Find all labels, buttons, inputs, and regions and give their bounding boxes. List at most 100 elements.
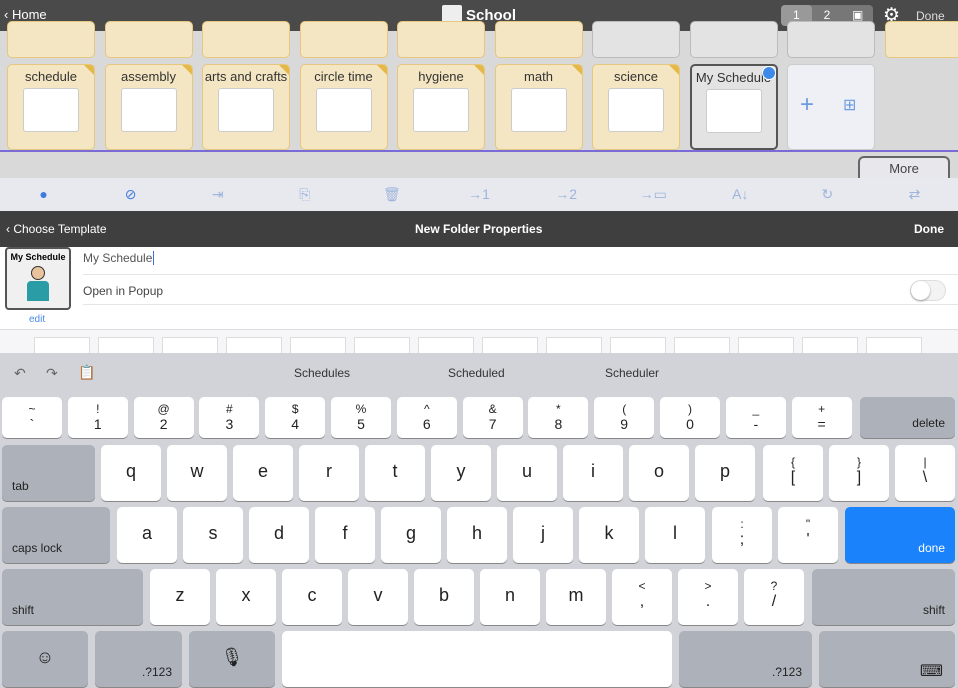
dictation-key[interactable]: 🎙 [189,631,275,687]
key-t[interactable]: t [365,445,425,501]
key-a[interactable]: a [117,507,177,563]
key-y[interactable]: y [431,445,491,501]
tile-hygiene[interactable]: hygiene [397,64,485,150]
key-d[interactable]: d [249,507,309,563]
choose-template-button[interactable]: ‹ Choose Template [6,222,107,236]
delete-key[interactable]: delete [860,397,955,438]
deselect-icon[interactable]: ⊘ [87,178,174,211]
key-v[interactable]: v [348,569,408,625]
key-][interactable]: }] [829,445,889,501]
import-icon[interactable]: ⇥ [174,178,261,211]
folder-thumbnail[interactable]: My Schedule [5,247,71,310]
edit-link[interactable]: edit [29,314,45,325]
key-w[interactable]: w [167,445,227,501]
key-p[interactable]: p [695,445,755,501]
tile-partial[interactable] [299,21,388,58]
emoji-key[interactable]: ☺ [2,631,88,687]
key-4[interactable]: $4 [265,397,326,438]
numbers-key-right[interactable]: .?123 [679,631,812,687]
key-`[interactable]: ~ ` [2,397,62,438]
key-k[interactable]: k [579,507,639,563]
done-key[interactable]: done [845,507,955,563]
key-x[interactable]: x [216,569,276,625]
tile-partial[interactable] [884,21,958,58]
key-1[interactable]: ! 1 [67,397,128,438]
tile-partial[interactable] [787,21,875,58]
add-folder-icon[interactable]: ⊞ [843,95,856,115]
key-b[interactable]: b [414,569,474,625]
more-tab[interactable]: More [858,156,950,180]
popup-toggle[interactable] [910,280,946,301]
undo-icon[interactable]: ↶ [14,365,26,382]
key-6[interactable]: ^ 6 [396,397,457,438]
suggestion-3[interactable]: Scheduler [605,366,659,380]
key-3[interactable]: #3 [199,397,260,438]
tile-assembly[interactable]: assembly [104,64,193,150]
key-9[interactable]: (9 [594,397,655,438]
redo-icon[interactable]: ↷ [46,365,58,382]
swap-icon[interactable]: ⇄ [871,178,958,211]
shift-left-key[interactable]: shift [2,569,143,625]
key-o[interactable]: o [629,445,689,501]
key-0[interactable]: ) 0 [660,397,720,438]
key-'[interactable]: " ' [778,507,838,563]
key-=[interactable]: + = [791,397,852,438]
copy-icon[interactable]: ⎘ [261,178,348,211]
folder-name-input[interactable]: My Schedule [83,249,958,275]
key-;[interactable]: :; [712,507,772,563]
move-page1-icon[interactable]: →1 [435,178,522,211]
tile-circle-time[interactable]: circle time [299,64,388,150]
key-z[interactable]: z [150,569,210,625]
key-n[interactable]: n [480,569,540,625]
tab-key[interactable]: tab [2,445,95,501]
numbers-key-left[interactable]: .?123 [95,631,182,687]
refresh-icon[interactable]: ↻ [784,178,871,211]
space-key[interactable] [282,631,672,687]
key-r[interactable]: r [299,445,359,501]
tile-math[interactable]: math [494,64,583,150]
suggestion-2[interactable]: Scheduled [448,366,505,380]
caps-lock-key[interactable]: caps lock [2,507,110,563]
key-f[interactable]: f [315,507,375,563]
key-g[interactable]: g [381,507,441,563]
move-folder-icon[interactable]: →▭ [610,178,697,211]
tile-partial[interactable] [104,21,193,58]
key-j[interactable]: j [513,507,573,563]
trash-icon[interactable]: 🗑 [348,178,435,211]
shift-right-key[interactable]: shift [812,569,955,625]
tile-science[interactable]: science [592,64,680,150]
tile-partial[interactable] [202,21,290,58]
tile-schedule[interactable]: schedule [7,64,95,150]
key-.[interactable]: >. [678,569,738,625]
check-circle-icon[interactable]: ● [0,178,87,211]
key-5[interactable]: % 5 [331,397,391,438]
key-/[interactable]: ? / [744,569,804,625]
key-c[interactable]: c [282,569,342,625]
key-u[interactable]: u [497,445,557,501]
sort-icon[interactable]: A↓ [697,178,784,211]
tile-my-schedule[interactable]: My Schedule [689,64,778,150]
key-h[interactable]: h [447,507,507,563]
key-l[interactable]: l [645,507,705,563]
tile-partial[interactable] [592,21,680,58]
suggestion-1[interactable]: Schedules [294,366,350,380]
panel-done-button[interactable]: Done [914,222,944,236]
key-s[interactable]: s [183,507,243,563]
tile-partial[interactable] [494,21,583,58]
home-back-button[interactable]: ‹ Home [4,7,47,22]
key-\[interactable]: | \ [895,445,955,501]
hide-keyboard-key[interactable]: ⌨ [819,631,955,687]
key-2[interactable]: @2 [133,397,194,438]
tile-partial[interactable] [7,21,95,58]
key-i[interactable]: i [563,445,623,501]
key-[[interactable]: {[ [763,445,823,501]
key-7[interactable]: & 7 [462,397,523,438]
key-e[interactable]: e [233,445,293,501]
plus-icon[interactable]: + [800,91,814,119]
tile-partial[interactable] [397,21,485,58]
add-button-tile[interactable]: + ⊞ [787,64,875,150]
key--[interactable]: _ - [725,397,786,438]
key-q[interactable]: q [101,445,161,501]
tile-arts-and-crafts[interactable]: arts and crafts [202,64,290,150]
tile-partial[interactable] [689,21,778,58]
